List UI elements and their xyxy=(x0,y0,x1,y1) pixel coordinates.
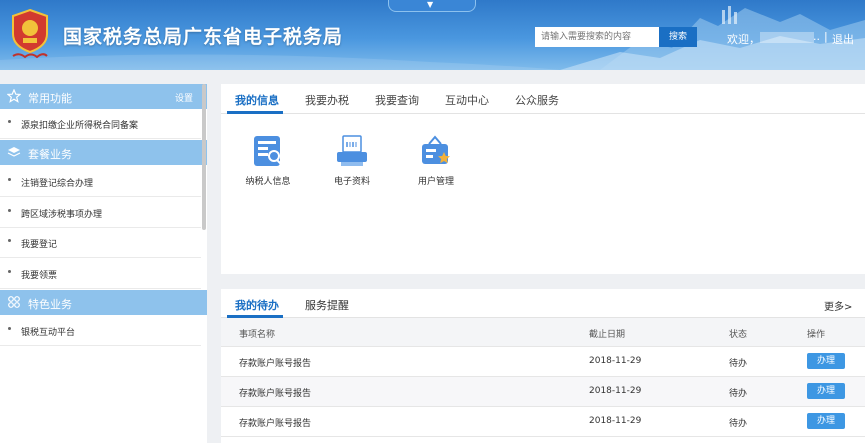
column-header: 操作 xyxy=(807,330,826,340)
table-row: 存款账户账号报告 2018-11-29 待办 办理 xyxy=(221,377,865,407)
sidebar-item-label: 我要登记 xyxy=(21,240,58,250)
tab-query[interactable]: 我要查询 xyxy=(375,92,419,108)
bullet-icon xyxy=(8,209,11,212)
chevron-down-icon: ▼ xyxy=(427,0,434,9)
todo-status: 待办 xyxy=(729,389,748,399)
bullet-icon xyxy=(8,239,11,242)
search-button[interactable]: 搜索 xyxy=(659,27,697,47)
sidebar-item-contract-filing[interactable]: 源泉扣缴企业所得税合同备案 xyxy=(0,109,201,139)
tile-e-documents[interactable]: 电子资料 xyxy=(317,134,387,189)
search-input[interactable] xyxy=(535,27,659,47)
tile-taxpayer-info[interactable]: 纳税人信息 xyxy=(233,134,303,189)
handle-button[interactable]: 办理 xyxy=(807,413,845,429)
tile-label: 电子资料 xyxy=(333,177,370,187)
table-row: 存款账户账号报告 2018-11-29 待办 办理 xyxy=(221,407,865,437)
taxpayer-info-icon xyxy=(254,136,282,166)
tab-my-info[interactable]: 我的信息 xyxy=(235,92,279,108)
sidebar-item-label: 我要领票 xyxy=(21,271,58,281)
sidebar-section-label: 常用功能 xyxy=(28,92,72,105)
sidebar-item-label: 源泉扣缴企业所得税合同备案 xyxy=(21,121,139,131)
column-header: 截止日期 xyxy=(589,330,626,340)
sidebar: 常用功能 设置 源泉扣缴企业所得税合同备案 套餐业务 注销登记综合办理 跨区域涉… xyxy=(0,84,207,443)
tile-label: 用户管理 xyxy=(417,177,454,187)
sidebar-section-common[interactable]: 常用功能 设置 xyxy=(0,84,207,109)
sidebar-section-label: 特色业务 xyxy=(28,298,72,311)
sidebar-settings-link[interactable]: 设置 xyxy=(175,91,193,104)
tab-interaction[interactable]: 互动中心 xyxy=(445,92,489,108)
bullet-icon xyxy=(8,327,11,330)
e-document-icon xyxy=(337,135,367,166)
star-icon xyxy=(7,89,21,103)
site-title: 国家税务总局广东省电子税务局 xyxy=(63,26,344,48)
sidebar-item-label: 银税互动平台 xyxy=(21,328,76,338)
todo-name: 存款账户账号报告 xyxy=(239,359,312,369)
tab-service-reminder[interactable]: 服务提醒 xyxy=(305,297,349,313)
grid-icon xyxy=(8,296,20,308)
logout-link[interactable]: 退出 xyxy=(832,31,854,47)
todo-deadline: 2018-11-29 xyxy=(589,416,642,426)
tile-user-management[interactable]: 用户管理 xyxy=(401,134,471,189)
todo-deadline: 2018-11-29 xyxy=(589,386,642,396)
username-redacted xyxy=(760,32,814,43)
tab-file-tax[interactable]: 我要办税 xyxy=(305,92,349,108)
column-header: 事项名称 xyxy=(239,330,276,340)
sidebar-scrollbar[interactable] xyxy=(202,84,206,230)
sidebar-section-label: 套餐业务 xyxy=(28,148,72,161)
sidebar-section-packages[interactable]: 套餐业务 xyxy=(0,140,207,165)
sidebar-item-register[interactable]: 我要登记 xyxy=(0,228,201,258)
todo-deadline: 2018-11-29 xyxy=(589,356,642,366)
more-link[interactable]: 更多> xyxy=(824,298,852,313)
sidebar-section-featured[interactable]: 特色业务 xyxy=(0,290,207,315)
main-tabs: 我的信息 我要办税 我要查询 互动中心 公众服务 xyxy=(221,84,865,114)
sidebar-item-cross-region[interactable]: 跨区域涉税事项办理 xyxy=(0,198,201,228)
todo-table-header: 事项名称 截止日期 状态 操作 xyxy=(221,318,865,347)
site-header: ▼ 国家税务总局广东省电子税务局 搜索 欢迎， .. | 退出 xyxy=(0,0,865,70)
active-tab-indicator xyxy=(227,111,283,114)
header-collapse-tab[interactable]: ▼ xyxy=(388,0,476,12)
user-management-icon xyxy=(422,135,450,164)
sidebar-item-label: 跨区域涉税事项办理 xyxy=(21,210,103,220)
header-separator: | xyxy=(824,30,828,43)
layers-icon xyxy=(7,147,21,157)
sidebar-item-bank-tax[interactable]: 银税互动平台 xyxy=(0,316,201,346)
handle-button[interactable]: 办理 xyxy=(807,383,845,399)
todo-status: 待办 xyxy=(729,419,748,429)
tax-emblem-icon xyxy=(12,8,48,59)
todo-name: 存款账户账号报告 xyxy=(239,419,312,429)
todo-status: 待办 xyxy=(729,359,748,369)
sidebar-item-get-invoice[interactable]: 我要领票 xyxy=(0,259,201,289)
table-row: 存款账户账号报告 2018-11-29 待办 办理 xyxy=(221,347,865,377)
welcome-text: 欢迎， xyxy=(727,33,760,46)
todo-name: 存款账户账号报告 xyxy=(239,389,312,399)
tab-public-service[interactable]: 公众服务 xyxy=(515,92,559,108)
tile-label: 纳税人信息 xyxy=(245,177,291,187)
column-header: 状态 xyxy=(729,330,748,340)
bullet-icon xyxy=(8,270,11,273)
sidebar-item-deregistration[interactable]: 注销登记综合办理 xyxy=(0,167,201,197)
handle-button[interactable]: 办理 xyxy=(807,353,845,369)
bullet-icon xyxy=(8,120,11,123)
username-suffix: .. xyxy=(813,30,820,43)
my-info-panel: 我的信息 我要办税 我要查询 互动中心 公众服务 纳税人信息 电子资料 用户管理 xyxy=(221,84,865,274)
tab-my-todo[interactable]: 我的待办 xyxy=(235,297,279,313)
sidebar-item-label: 注销登记综合办理 xyxy=(21,179,94,189)
todo-panel: 我的待办 服务提醒 更多> 事项名称 截止日期 状态 操作 存款账户账号报告 2… xyxy=(221,289,865,443)
bullet-icon xyxy=(8,178,11,181)
